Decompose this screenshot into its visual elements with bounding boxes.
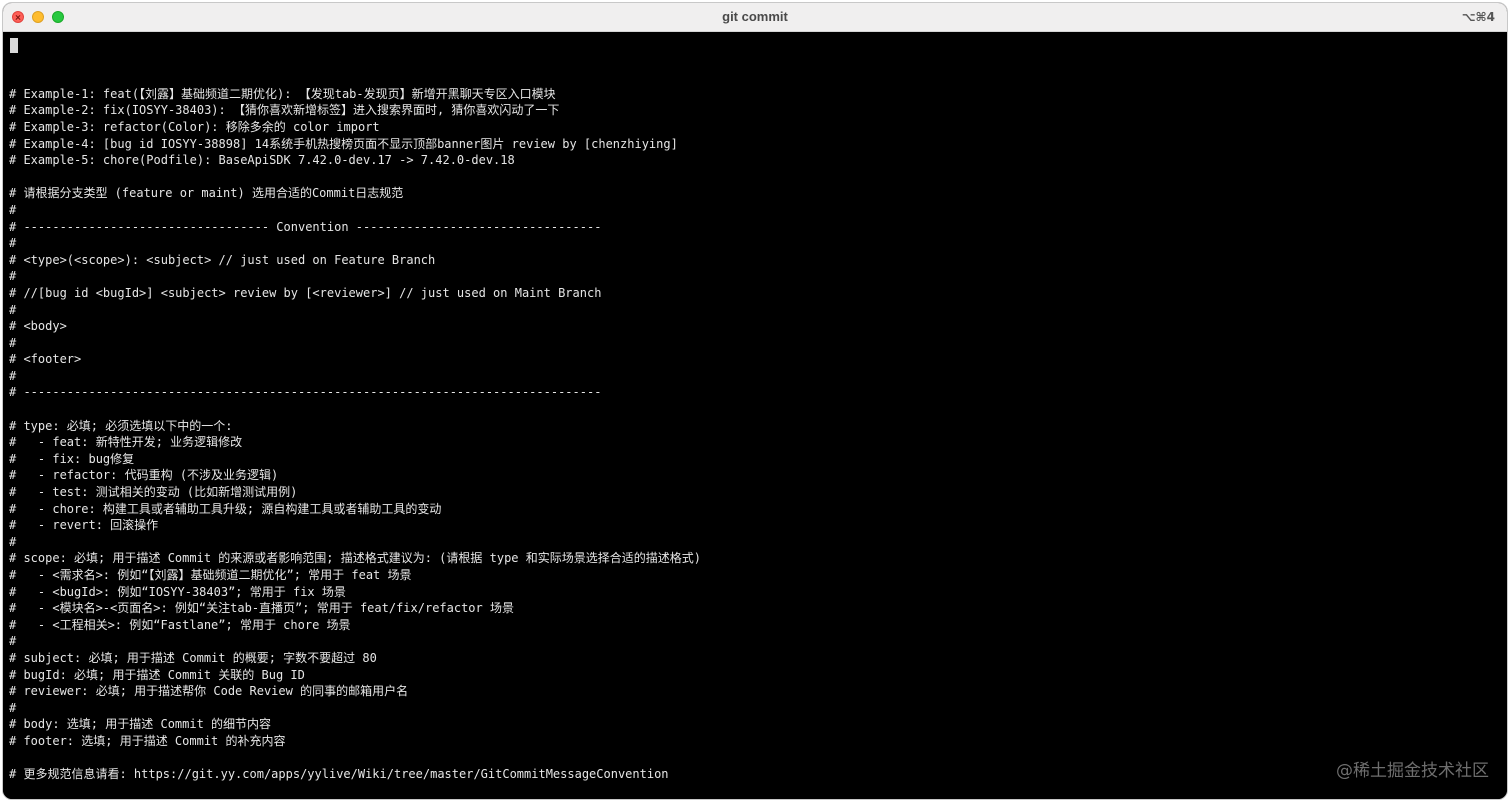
editor-line: # Example-1: feat(【刘露】基础频道二期优化): 【发现tab-… <box>9 86 556 101</box>
editor-line: # 更多规范信息请看: https://git.yy.com/apps/yyli… <box>9 767 669 782</box>
editor-line: # Example-2: fix(IOSYY-38403): 【猜你喜欢新增标签… <box>9 103 560 118</box>
editor-line: # - test: 测试相关的变动 (比如新增测试用例) <box>9 485 298 500</box>
editor-line: # subject: 必填; 用于描述 Commit 的概要; 字数不要超过 8… <box>9 650 377 665</box>
editor-line: # //[bug id <bugId>] <subject> review by… <box>9 285 602 300</box>
editor-line: # type: 必填; 必须选填以下中的一个: <box>9 418 233 433</box>
editor-line: # <box>9 700 17 715</box>
editor-line: # ---------------------------------- Con… <box>9 219 602 234</box>
editor-line: # bugId: 必填; 用于描述 Commit 关联的 Bug ID <box>9 667 305 682</box>
editor-line: # <box>9 335 17 350</box>
editor-line: # --------------------------------------… <box>9 385 602 400</box>
editor-line: # - <需求名>: 例如“【刘露】基础频道二期优化”; 常用于 feat 场景 <box>9 568 412 582</box>
editor-line: # - <模块名>-<页面名>: 例如“关注tab-直播页”; 常用于 feat… <box>9 601 514 616</box>
editor-line: # Example-4: [bug id IOSYY-38898] 14系统手机… <box>9 136 678 151</box>
editor-line: # scope: 必填; 用于描述 Commit 的来源或者影响范围; 描述格式… <box>9 551 701 566</box>
editor-line: # - fix: bug修复 <box>9 451 135 466</box>
editor-line: # <box>9 368 17 383</box>
editor-line: # footer: 选填; 用于描述 Commit 的补充内容 <box>9 733 286 748</box>
editor-line: # - chore: 构建工具或者辅助工具升级; 源自构建工具或者辅助工具的变动 <box>9 501 442 516</box>
window-title: git commit <box>722 9 788 24</box>
editor-line: # Example-3: refactor(Color): 移除多余的 colo… <box>9 119 380 134</box>
editor-line: # - revert: 回滚操作 <box>9 518 159 533</box>
cursor-line[interactable] <box>9 36 1507 53</box>
editor-line: # <box>9 534 17 549</box>
watermark-text: @稀土掘金技术社区 <box>1336 761 1489 781</box>
window-shortcut-label: ⌥⌘4 <box>1461 10 1495 24</box>
editor-line: # <box>9 302 17 317</box>
editor-line: # <type>(<scope>): <subject> // just use… <box>9 252 436 267</box>
text-cursor <box>10 38 18 53</box>
editor-line: # body: 选填; 用于描述 Commit 的细节内容 <box>9 717 272 732</box>
editor-line: # - feat: 新特性开发; 业务逻辑修改 <box>9 435 243 450</box>
terminal-editor[interactable]: # Example-1: feat(【刘露】基础频道二期优化): 【发现tab-… <box>3 32 1507 799</box>
editor-line: # <footer> <box>9 352 82 367</box>
editor-line: # reviewer: 必填; 用于描述帮你 Code Review 的同事的邮… <box>9 684 409 699</box>
editor-line: # <body> <box>9 319 67 334</box>
editor-line: # <box>9 634 17 649</box>
editor-line: # - <bugId>: 例如“IOSYY-38403”; 常用于 fix 场景 <box>9 584 346 599</box>
editor-line: # <box>9 236 17 251</box>
editor-line: # - <工程相关>: 例如“Fastlane”; 常用于 chore 场景 <box>9 617 351 632</box>
editor-line: # <box>9 269 17 284</box>
editor-line: # Example-5: chore(Podfile): BaseApiSDK … <box>9 153 515 168</box>
editor-line: # <box>9 202 17 217</box>
editor-line: # 请根据分支类型 (feature or maint) 选用合适的Commit… <box>9 186 404 201</box>
terminal-window: git commit ⌥⌘4 # Example-1: feat(【刘露】基础频… <box>2 2 1508 800</box>
title-bar[interactable]: git commit ⌥⌘4 <box>3 3 1507 32</box>
editor-line: # - refactor: 代码重构 (不涉及业务逻辑) <box>9 468 279 483</box>
